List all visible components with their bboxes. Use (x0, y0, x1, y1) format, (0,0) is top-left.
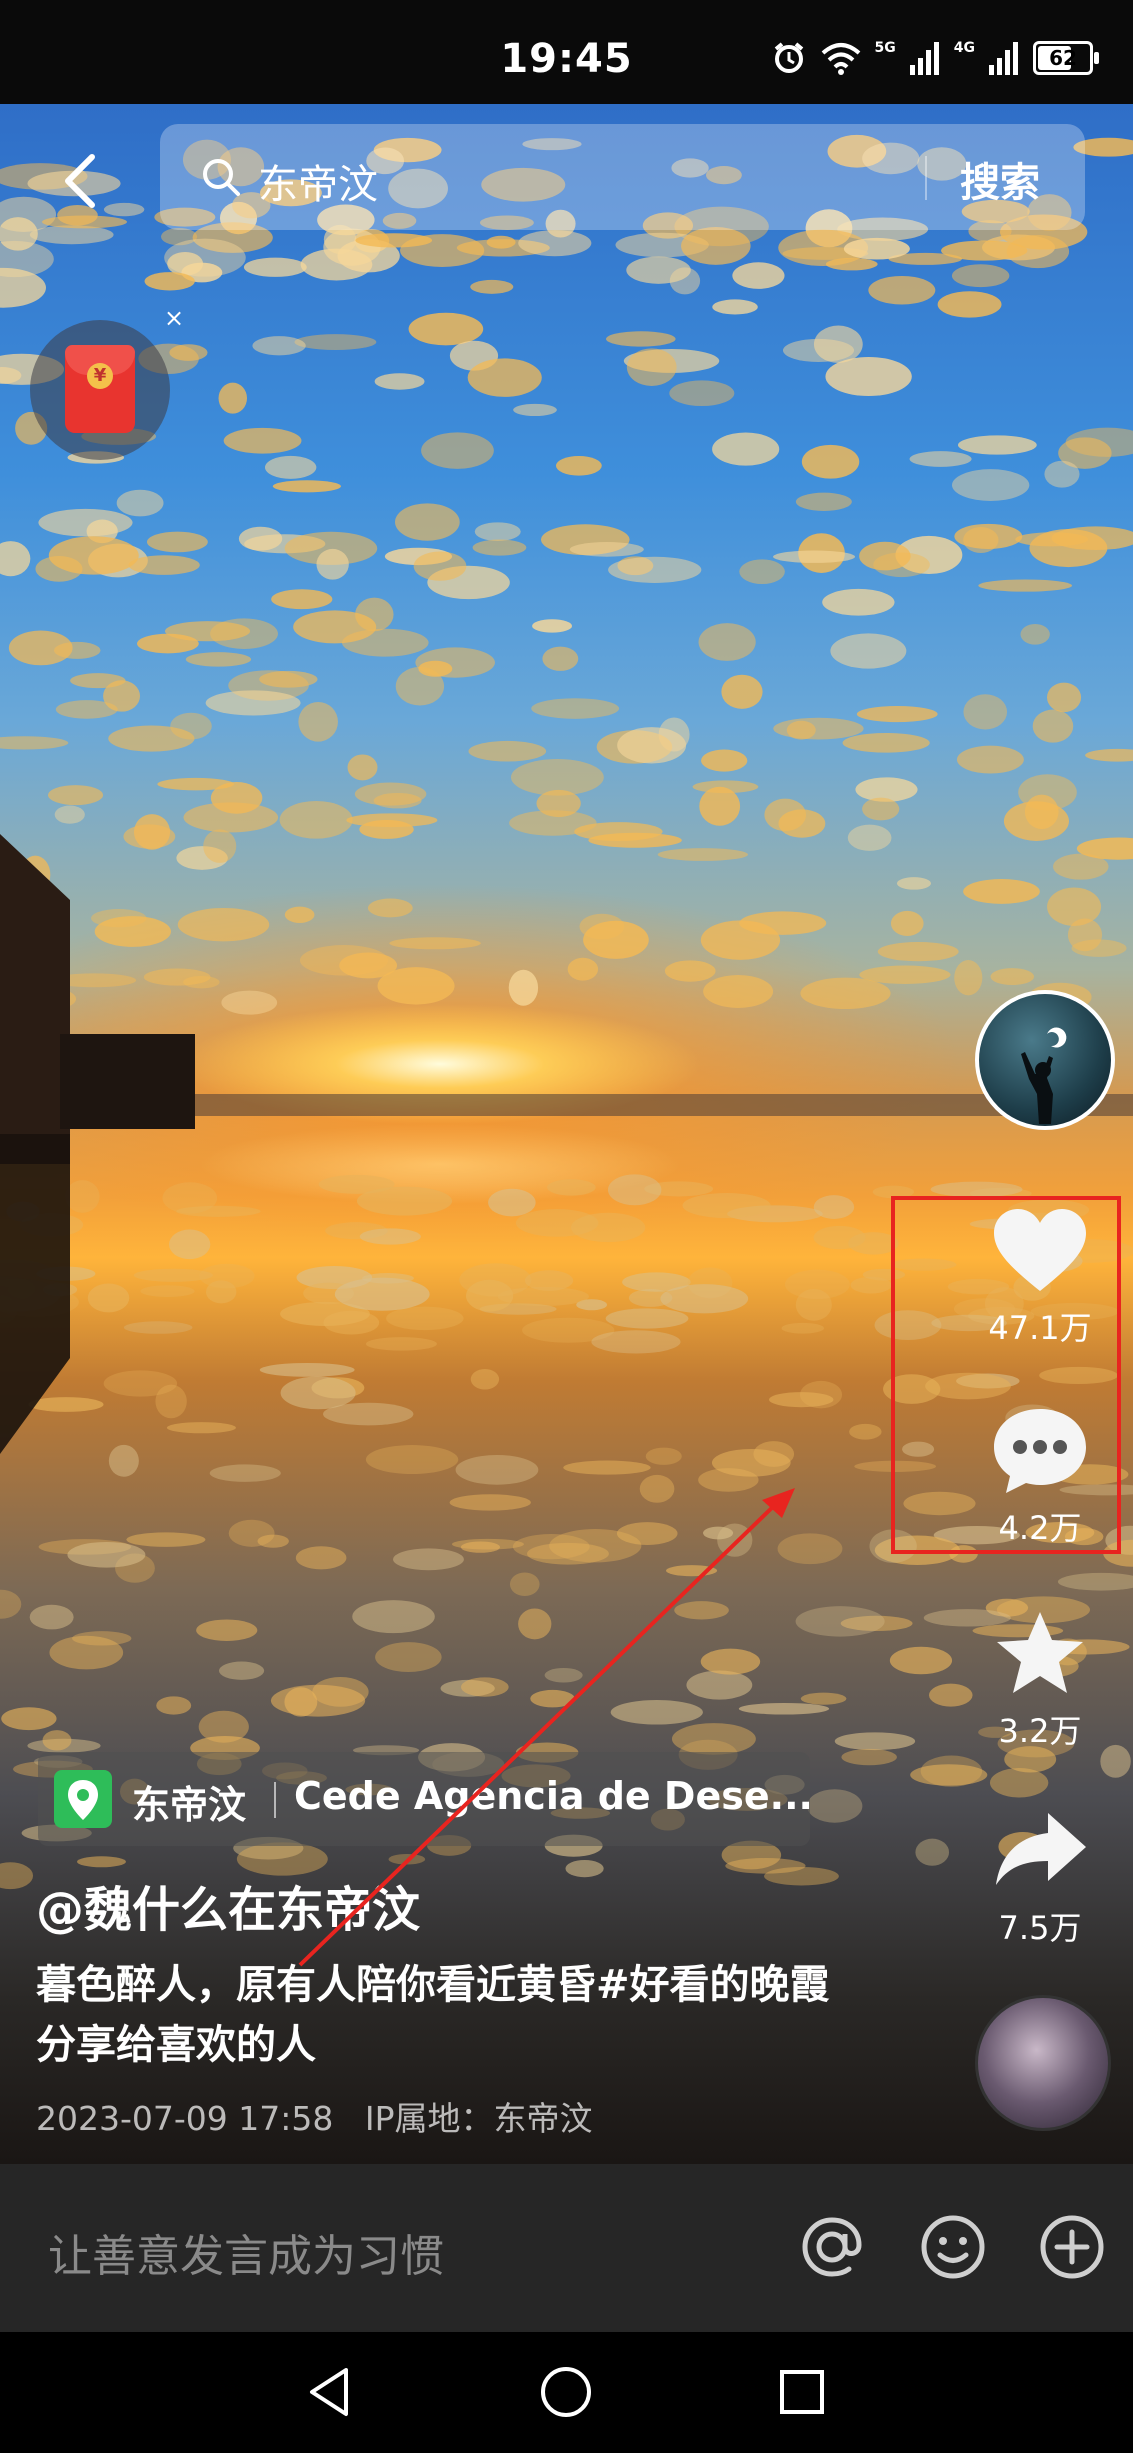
mention-icon[interactable] (797, 2212, 867, 2282)
nav-back-icon[interactable] (300, 2362, 360, 2422)
system-nav-bar (0, 2332, 1133, 2453)
annotation-arrow (298, 1488, 795, 1967)
nav-home-icon[interactable] (536, 2362, 596, 2422)
nav-recents-icon[interactable] (772, 2362, 832, 2422)
comment-bar: 让善意发言成为习惯 (0, 2164, 1133, 2332)
plus-icon[interactable] (1037, 2212, 1107, 2282)
comment-input[interactable]: 让善意发言成为习惯 (48, 2220, 444, 2284)
emoji-icon[interactable] (918, 2212, 988, 2282)
